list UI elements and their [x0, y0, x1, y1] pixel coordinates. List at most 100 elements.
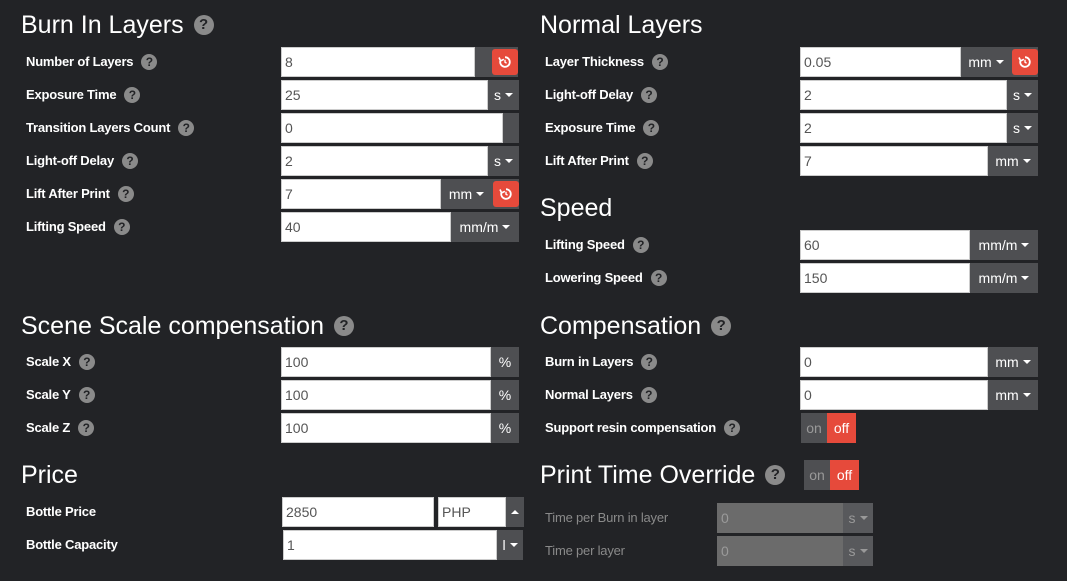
help-icon[interactable]: ? [640, 387, 657, 403]
comp-burn-in-input[interactable] [800, 347, 988, 377]
help-icon[interactable]: ? [141, 54, 158, 70]
chevron-down-icon [859, 549, 868, 553]
help-icon[interactable]: ? [78, 354, 95, 370]
burn-light-off-delay-unit-dropdown[interactable]: s [488, 146, 519, 176]
exposure-time-input[interactable] [281, 80, 488, 110]
time-per-burn-layer-input[interactable] [717, 503, 843, 533]
toggle-off[interactable]: off [827, 413, 856, 443]
print-time-override-toggle[interactable]: on off [804, 460, 859, 490]
help-icon[interactable]: ? [78, 420, 95, 436]
help-icon[interactable]: ? [113, 219, 130, 235]
compensation-heading: Compensation? [540, 312, 732, 340]
comp-normal-unit-dropdown[interactable]: mm [988, 380, 1038, 410]
normal-lift-unit-dropdown[interactable]: mm [988, 146, 1038, 176]
toggle-on[interactable]: on [804, 460, 830, 490]
comp-burn-in-row: mm [800, 347, 1038, 377]
layer-thickness-row: mm [800, 47, 1038, 77]
chevron-down-icon [509, 543, 518, 547]
layer-thickness-unit-dropdown[interactable]: mm [961, 47, 1011, 77]
help-icon[interactable]: ? [632, 237, 649, 253]
time-per-layer-unit-dropdown[interactable]: s [843, 536, 873, 566]
normal-light-off-delay-unit-dropdown[interactable]: s [1007, 80, 1038, 110]
help-icon[interactable]: ? [641, 354, 658, 370]
bottle-capacity-unit-dropdown[interactable]: l [497, 530, 523, 560]
normal-exposure-time-input[interactable] [800, 113, 1007, 143]
help-icon[interactable]: ? [641, 87, 657, 103]
burn-lift-unit-dropdown[interactable]: mm [441, 179, 492, 209]
reset-button[interactable] [492, 179, 519, 209]
burn-lift-after-print-row: mm [281, 179, 519, 209]
help-icon[interactable]: ? [78, 387, 95, 403]
reset-button[interactable] [491, 47, 518, 77]
help-icon[interactable]: ? [193, 15, 214, 35]
toggle-on[interactable]: on [801, 413, 827, 443]
layer-thickness-input[interactable] [800, 47, 961, 77]
time-per-burn-layer-unit-dropdown[interactable]: s [843, 503, 873, 533]
burn-light-off-delay-row: s [281, 146, 519, 176]
exposure-time-unit-dropdown[interactable]: s [488, 80, 519, 110]
help-icon[interactable]: ? [333, 316, 354, 336]
help-icon[interactable]: ? [650, 270, 667, 286]
help-icon[interactable]: ? [651, 54, 668, 70]
bottle-capacity-row: l [283, 530, 523, 560]
help-icon[interactable]: ? [178, 120, 195, 136]
normal-light-off-delay-row: s [800, 80, 1038, 110]
normal-layers-heading: Normal Layers [540, 11, 703, 39]
support-resin-toggle[interactable]: on off [801, 413, 856, 443]
burn-lifting-speed-input[interactable] [281, 212, 451, 242]
help-icon[interactable]: ? [724, 420, 741, 436]
bottle-capacity-label: Bottle Capacity [26, 537, 118, 552]
lowering-speed-row: mm/m [800, 263, 1038, 293]
comp-burn-unit-dropdown[interactable]: mm [988, 347, 1038, 377]
lifting-speed-unit-dropdown[interactable]: mm/m [970, 230, 1038, 260]
transition-layers-input[interactable] [281, 113, 503, 143]
help-icon[interactable]: ? [636, 153, 653, 169]
help-icon[interactable]: ? [711, 316, 732, 336]
lowering-speed-input[interactable] [800, 263, 970, 293]
scale-y-input[interactable] [281, 380, 491, 410]
burn-light-off-delay-input[interactable] [281, 146, 488, 176]
lowering-speed-unit-dropdown[interactable]: mm/m [970, 263, 1038, 293]
comp-normal-label: Normal Layers? [545, 387, 657, 403]
lowering-speed-label: Lowering Speed? [545, 270, 667, 286]
bottle-price-input[interactable] [282, 497, 434, 527]
help-icon[interactable]: ? [765, 465, 786, 485]
time-per-burn-layer-label: Time per Burn in layer [545, 510, 668, 525]
reset-icon [498, 188, 512, 200]
time-per-burn-layer-row: s [717, 503, 873, 533]
chevron-down-icon [859, 516, 868, 520]
scale-z-input[interactable] [281, 413, 491, 443]
chevron-down-icon [1021, 243, 1030, 247]
bottle-capacity-input[interactable] [283, 530, 497, 560]
reset-button[interactable] [1011, 47, 1038, 77]
lifting-speed-label: Lifting Speed? [545, 237, 649, 253]
chevron-down-icon [1022, 360, 1031, 364]
normal-light-off-delay-input[interactable] [800, 80, 1007, 110]
burn-lifting-speed-label: Lifting Speed? [26, 219, 130, 235]
bottle-price-row: PHP [282, 497, 524, 527]
normal-exposure-time-unit-dropdown[interactable]: s [1007, 113, 1038, 143]
normal-lift-after-print-input[interactable] [800, 146, 988, 176]
chevron-down-icon [995, 60, 1004, 64]
help-icon[interactable]: ? [122, 153, 138, 169]
scale-z-row: % [281, 413, 519, 443]
help-icon[interactable]: ? [124, 87, 141, 103]
percent-addon: % [491, 347, 519, 377]
normal-lift-after-print-label: Lift After Print? [545, 153, 653, 169]
burn-lift-after-print-input[interactable] [281, 179, 441, 209]
toggle-off[interactable]: off [830, 460, 859, 490]
reset-icon [1017, 56, 1031, 68]
scale-x-input[interactable] [281, 347, 491, 377]
currency-select-button[interactable] [506, 497, 524, 527]
help-icon[interactable]: ? [643, 120, 660, 136]
currency-select[interactable]: PHP [438, 497, 506, 527]
comp-normal-input[interactable] [800, 380, 988, 410]
burn-lifting-speed-unit-dropdown[interactable]: mm/m [451, 212, 519, 242]
help-icon[interactable]: ? [117, 186, 134, 202]
time-per-layer-input[interactable] [717, 536, 843, 566]
scale-y-row: % [281, 380, 519, 410]
number-of-layers-input[interactable] [281, 47, 475, 77]
scale-z-label: Scale Z? [26, 420, 95, 436]
lifting-speed-input[interactable] [800, 230, 970, 260]
chevron-down-icon [1024, 93, 1032, 97]
